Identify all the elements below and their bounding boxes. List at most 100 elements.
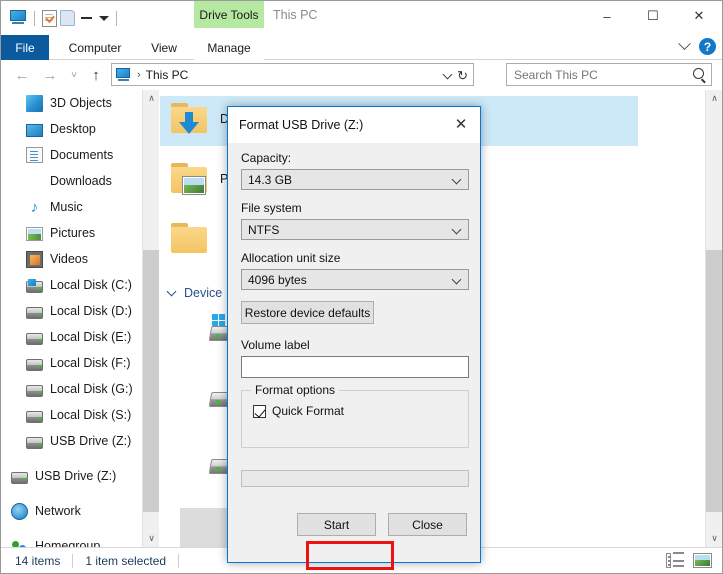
sidebar-item-label: Local Disk (F:) [50, 356, 131, 370]
sidebar-item-usb-drive-z[interactable]: USB Drive (Z:) [1, 428, 159, 454]
videos-icon [26, 250, 43, 268]
properties-icon[interactable] [42, 9, 57, 27]
sidebar-item-local-disk-s[interactable]: Local Disk (S:) [1, 402, 159, 428]
tab-view[interactable]: View [139, 35, 189, 60]
refresh-icon[interactable]: ↻ [457, 68, 468, 84]
start-button[interactable]: Start [297, 513, 376, 536]
minimize-button[interactable]: – [584, 1, 630, 31]
sidebar-item-local-disk-g[interactable]: Local Disk (G:) [1, 376, 159, 402]
sidebar-item-network[interactable]: Network [1, 498, 159, 524]
drive-icon [26, 384, 43, 397]
sidebar-item-downloads[interactable]: Downloads [1, 168, 159, 194]
dialog-buttons: Start Close [241, 513, 467, 536]
sidebar-item-label: Music [50, 200, 83, 214]
group-header-devices[interactable]: Device [166, 286, 222, 300]
sidebar-item-label: Desktop [50, 122, 96, 136]
expand-ribbon-icon[interactable] [678, 37, 691, 51]
sidebar-scroll-up-icon[interactable]: ∧ [143, 90, 159, 107]
file-system-select[interactable]: NTFS [241, 219, 469, 240]
status-selection: 1 item selected [85, 553, 167, 568]
sidebar-item-local-disk-d[interactable]: Local Disk (D:) [1, 298, 159, 324]
toolbar-divider [34, 10, 35, 26]
customize-toolbar-bar[interactable] [81, 16, 92, 19]
this-pc-breadcrumb-icon [116, 67, 132, 82]
chevron-down-icon [451, 274, 462, 285]
maximize-button[interactable]: ☐ [630, 1, 676, 31]
sidebar-item-documents[interactable]: Documents [1, 142, 159, 168]
downloads-folder-icon [170, 102, 210, 135]
tab-manage[interactable]: Manage [194, 35, 264, 60]
contextual-tab-drive-tools[interactable]: Drive Tools [194, 1, 264, 28]
address-input[interactable]: › This PC ↻ [111, 63, 474, 86]
homegroup-icon [11, 538, 28, 547]
content-scroll-thumb[interactable] [706, 250, 722, 512]
drive-icon [26, 410, 43, 423]
back-button[interactable]: ← [11, 65, 33, 85]
window-title: This PC [273, 8, 318, 22]
sidebar-item-local-disk-c[interactable]: Local Disk (C:) [1, 272, 159, 298]
pictures-folder-icon [170, 162, 210, 195]
drive-icon [26, 306, 43, 319]
quick-access-toolbar [9, 5, 121, 31]
up-button[interactable]: ↑ [85, 65, 107, 85]
sidebar-scroll-thumb[interactable] [143, 250, 159, 512]
dialog-close-icon[interactable]: ✕ [444, 109, 478, 139]
ribbon-actions: ? [678, 37, 716, 55]
search-icon [693, 68, 704, 79]
sidebar-item-videos[interactable]: Videos [1, 246, 159, 272]
sidebar-item-3d-objects[interactable]: 3D Objects [1, 90, 159, 116]
sidebar-scrollbar[interactable]: ∧ ∨ [142, 90, 159, 547]
content-scrollbar[interactable]: ∧ ∨ [705, 90, 722, 547]
this-pc-icon[interactable] [9, 10, 27, 26]
restore-device-defaults-button[interactable]: Restore device defaults [241, 301, 374, 324]
ribbon-tab-bar: File Computer View Manage ? [1, 35, 722, 60]
capacity-value: 14.3 GB [248, 172, 293, 187]
sidebar-item-label: Videos [50, 252, 88, 266]
sidebar-item-local-disk-f[interactable]: Local Disk (F:) [1, 350, 159, 376]
sidebar-item-label: Local Disk (C:) [50, 278, 132, 292]
tab-computer[interactable]: Computer [57, 35, 133, 60]
sidebar-item-pictures[interactable]: Pictures [1, 220, 159, 246]
downloads-icon [26, 173, 43, 190]
toolbar-divider-2 [116, 10, 117, 26]
details-view-icon[interactable] [666, 552, 685, 569]
search-input[interactable]: Search This PC [506, 63, 712, 86]
status-item-count: 14 items [15, 553, 61, 568]
large-icons-view-icon[interactable] [693, 552, 712, 569]
capacity-select[interactable]: 14.3 GB [241, 169, 469, 190]
tab-file[interactable]: File [1, 35, 49, 60]
system-drive-icon [26, 278, 43, 293]
file-explorer-window: Drive Tools This PC – ☐ ✕ File Computer … [0, 0, 723, 574]
drive-icon [11, 471, 28, 484]
sidebar-item-label: 3D Objects [50, 96, 112, 110]
sidebar-item-local-disk-e[interactable]: Local Disk (E:) [1, 324, 159, 350]
sidebar-item-desktop[interactable]: Desktop [1, 116, 159, 142]
capacity-label: Capacity: [241, 151, 292, 165]
drive-icon [26, 358, 43, 371]
help-icon[interactable]: ? [699, 38, 716, 55]
sidebar-item-homegroup[interactable]: Homegroup [1, 533, 159, 547]
content-scroll-up-icon[interactable]: ∧ [706, 90, 722, 107]
quick-format-checkbox[interactable] [253, 404, 266, 418]
sidebar-item-label: USB Drive (Z:) [35, 469, 117, 483]
sidebar-item-music[interactable]: ♪ Music [1, 194, 159, 220]
list-item[interactable] [170, 222, 210, 255]
chevron-down-icon[interactable] [99, 15, 109, 21]
quick-format-row[interactable]: Quick Format [253, 404, 468, 418]
forward-button[interactable]: → [39, 65, 61, 85]
sidebar-scroll-down-icon[interactable]: ∨ [143, 530, 159, 547]
pictures-icon [26, 227, 43, 241]
close-button[interactable]: ✕ [676, 1, 722, 31]
content-scroll-down-icon[interactable]: ∨ [706, 530, 722, 547]
address-dropdown-icon[interactable] [442, 69, 453, 80]
sidebar-item-usb-drive-z[interactable]: USB Drive (Z:) [1, 463, 159, 489]
sidebar-item-label: Local Disk (D:) [50, 304, 132, 318]
format-options-label: Format options [251, 383, 340, 397]
dialog-title: Format USB Drive (Z:) [239, 118, 364, 132]
recent-locations-button[interactable]: ˅ [63, 65, 85, 85]
dialog-close-button[interactable]: Close [388, 513, 467, 536]
allocation-unit-select[interactable]: 4096 bytes [241, 269, 469, 290]
volume-label-input[interactable] [241, 356, 469, 378]
documents-icon [26, 147, 43, 163]
new-folder-icon[interactable] [60, 10, 75, 26]
